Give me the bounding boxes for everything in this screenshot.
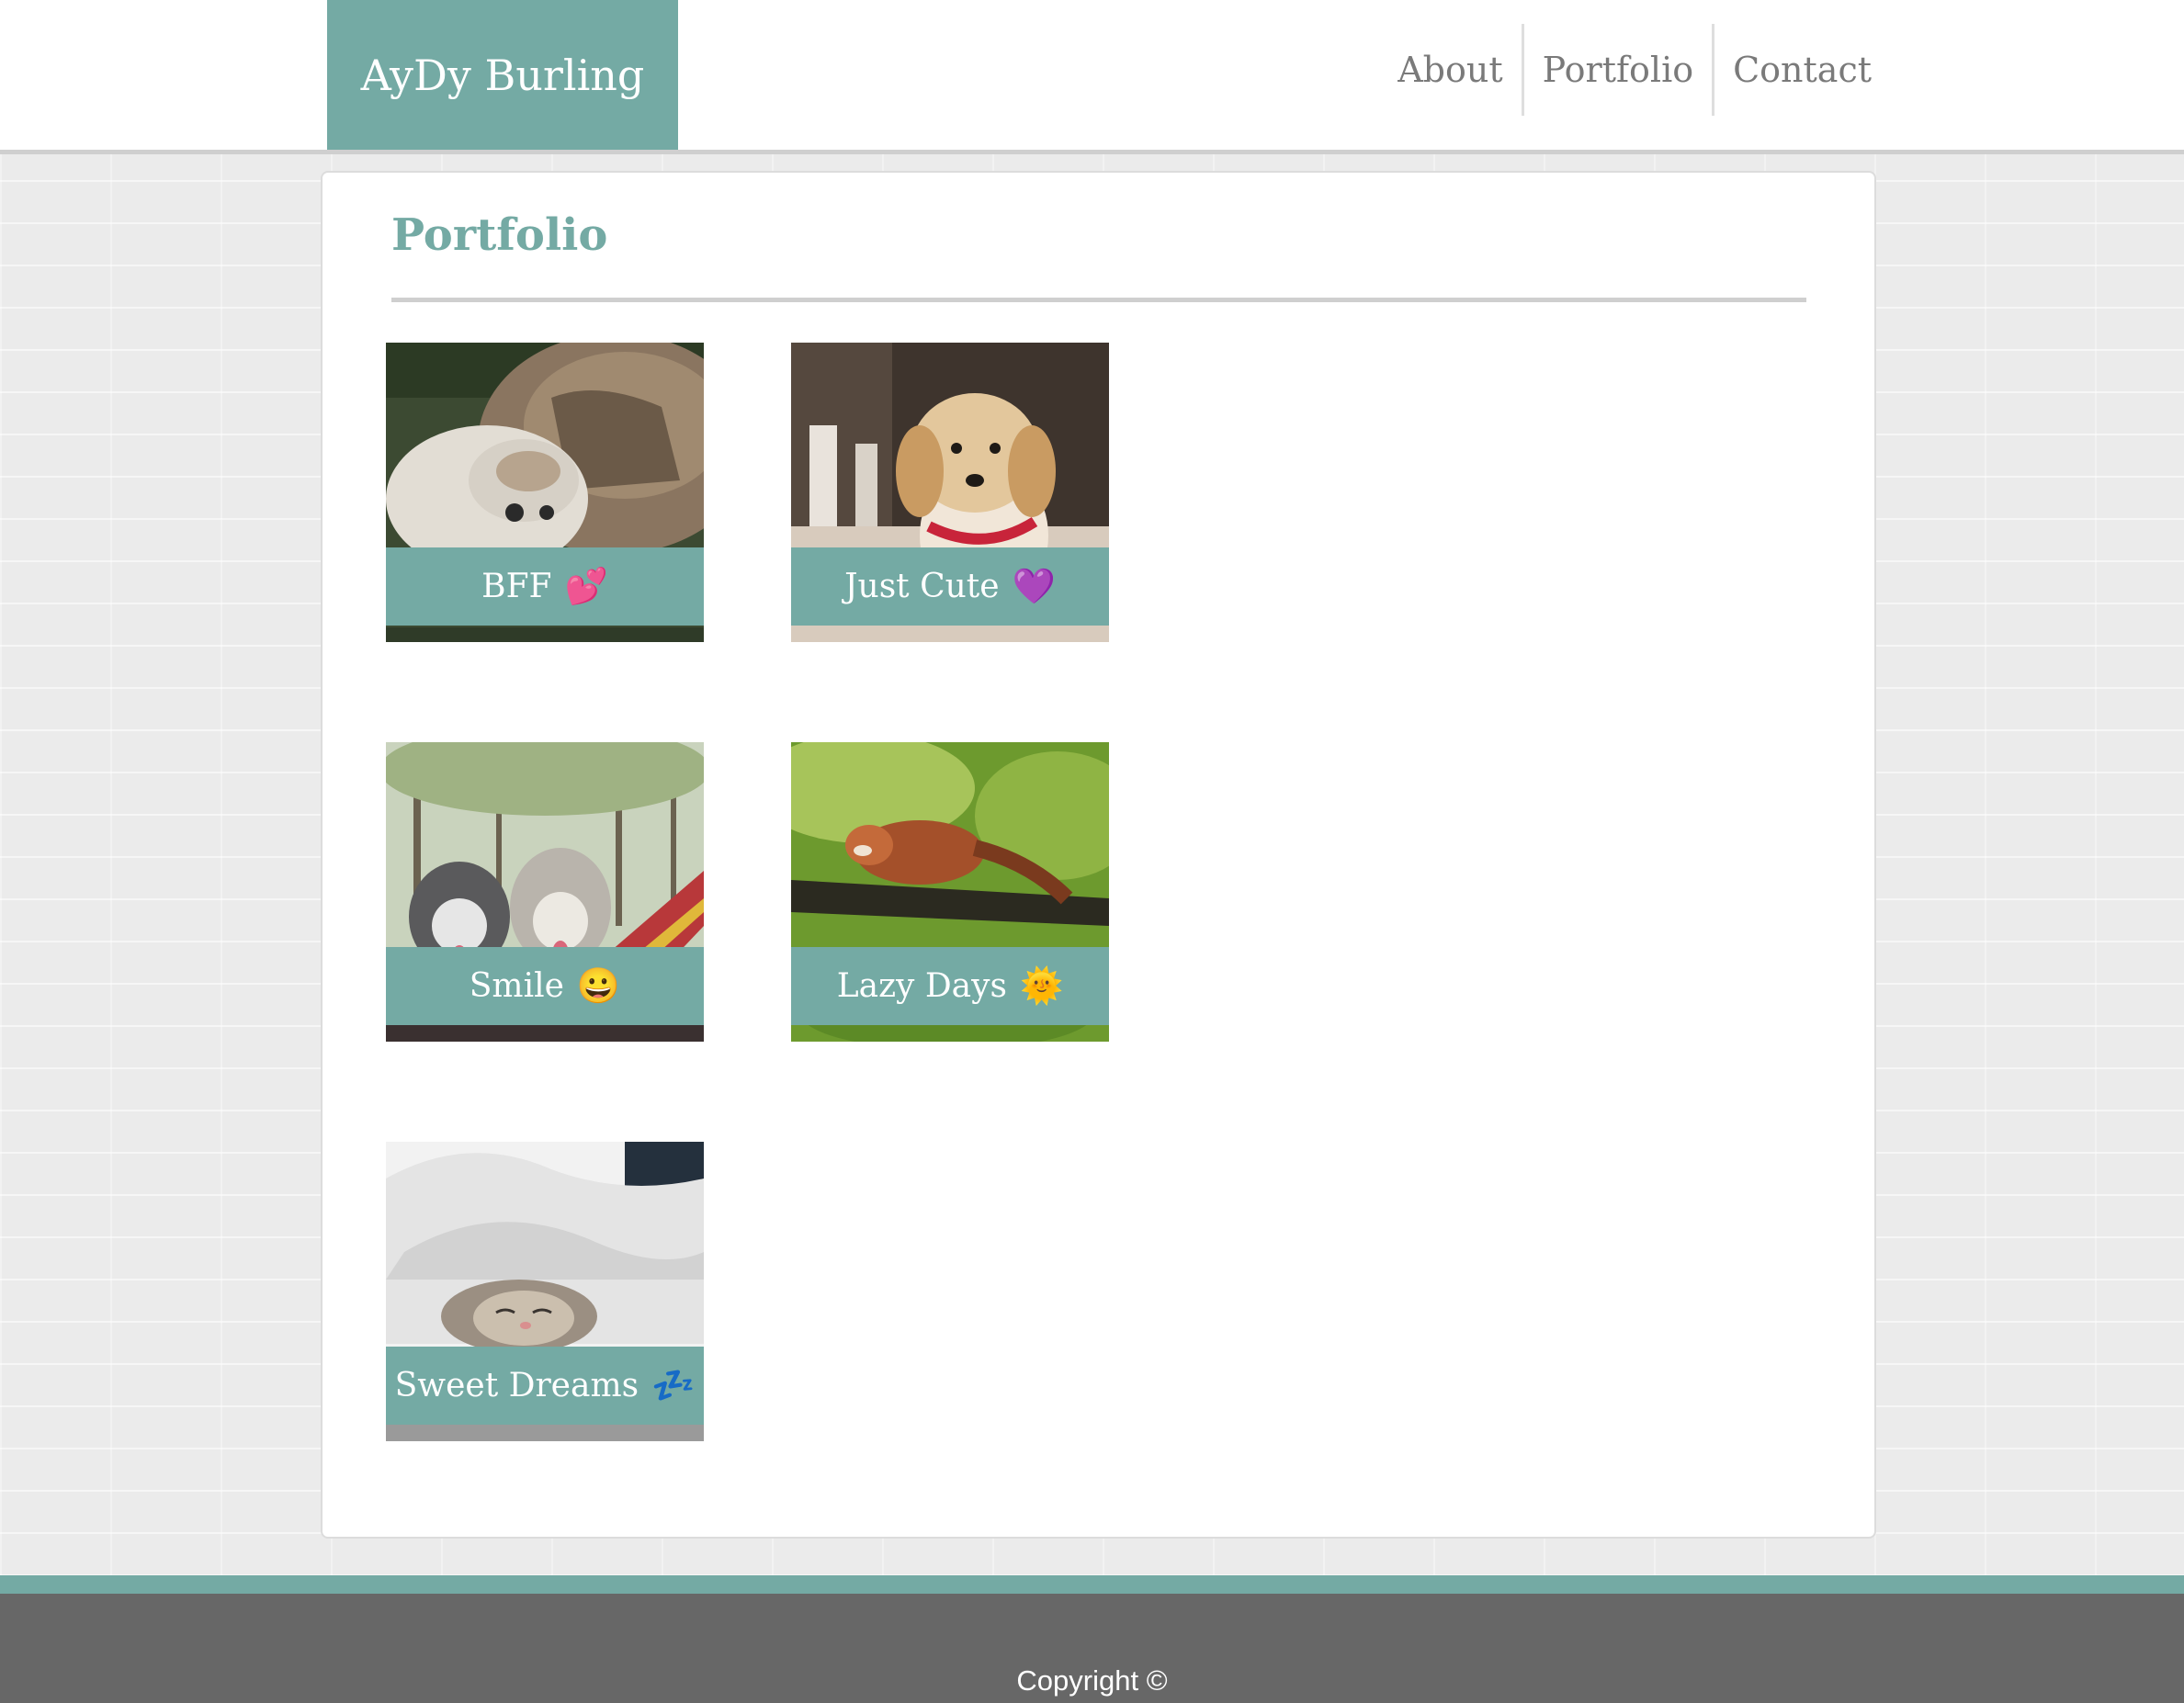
card-caption-text: BFF bbox=[481, 568, 552, 605]
grinning-face-icon: 😀 bbox=[576, 965, 621, 1006]
card-caption: Smile 😀 bbox=[386, 947, 704, 1025]
site-header: AyDy Burling About Portfolio Contact bbox=[0, 0, 2184, 154]
card-caption-text: Sweet Dreams bbox=[394, 1367, 639, 1404]
nav-link-about[interactable]: About bbox=[1379, 24, 1521, 116]
card-caption-text: Lazy Days bbox=[836, 967, 1007, 1005]
nav-link-portfolio[interactable]: Portfolio bbox=[1521, 24, 1712, 116]
portfolio-panel: Portfolio BFF 💕 Just Cute 💜 Smile 😀 Lazy… bbox=[321, 171, 1876, 1539]
portfolio-card-smile[interactable]: Smile 😀 bbox=[386, 742, 704, 1042]
title-divider bbox=[391, 298, 1806, 302]
nav-link-contact[interactable]: Contact bbox=[1712, 24, 1890, 116]
zzz-icon: 💤 bbox=[651, 1365, 696, 1405]
card-caption: Lazy Days 🌞 bbox=[791, 947, 1109, 1025]
card-caption: BFF 💕 bbox=[386, 547, 704, 626]
portfolio-card-bff[interactable]: BFF 💕 bbox=[386, 343, 704, 642]
main-nav: About Portfolio Contact bbox=[1379, 24, 1890, 116]
two-hearts-icon: 💕 bbox=[564, 566, 608, 606]
portfolio-card-sweet-dreams[interactable]: Sweet Dreams 💤 bbox=[386, 1142, 704, 1441]
card-caption-text: Smile bbox=[469, 967, 564, 1005]
portfolio-card-just-cute[interactable]: Just Cute 💜 bbox=[791, 343, 1109, 642]
copyright-text: Copyright © bbox=[1016, 1664, 1168, 1697]
sun-icon: 🌞 bbox=[1019, 965, 1064, 1006]
site-brand[interactable]: AyDy Burling bbox=[327, 0, 678, 150]
purple-heart-icon: 💜 bbox=[1012, 566, 1056, 606]
card-caption: Just Cute 💜 bbox=[791, 547, 1109, 626]
card-caption-text: Just Cute bbox=[844, 568, 1000, 605]
page-title: Portfolio bbox=[391, 209, 608, 261]
card-caption: Sweet Dreams 💤 bbox=[386, 1347, 704, 1425]
portfolio-card-lazy-days[interactable]: Lazy Days 🌞 bbox=[791, 742, 1109, 1042]
footer-accent-stripe bbox=[0, 1575, 2184, 1594]
